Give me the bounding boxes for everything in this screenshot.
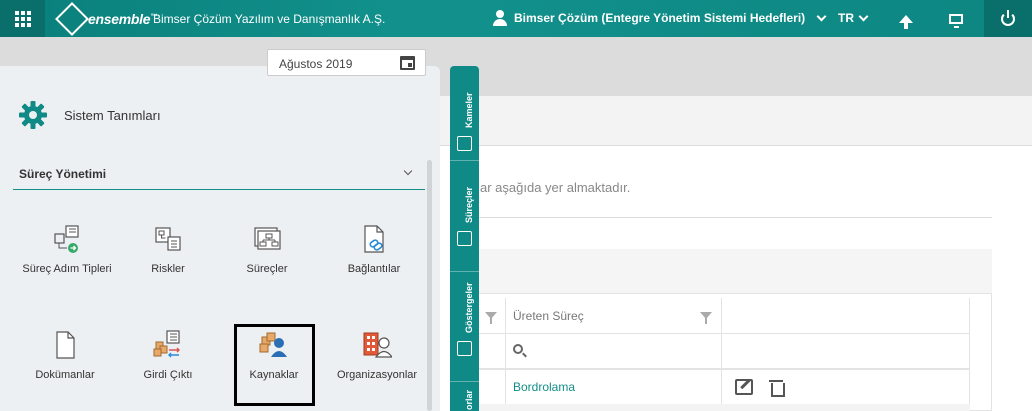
month-value: Ağustos 2019: [279, 57, 353, 71]
row-divider: [478, 368, 970, 369]
tile-surecler[interactable]: Süreçler: [219, 224, 315, 276]
user-menu[interactable]: Bimser Çözüm (Entegre Yönetim Sistemi He…: [493, 10, 827, 26]
tile-label: Bağlantılar: [347, 263, 401, 275]
organizations-icon: [363, 332, 394, 358]
risks-icon: [155, 227, 181, 251]
process-step-types-icon: [54, 225, 79, 253]
apps-grid-icon: [14, 10, 31, 27]
user-name: Bimser Çözüm (Entegre Yönetim Sistemi He…: [514, 11, 806, 25]
month-picker[interactable]: Ağustos 2019: [267, 49, 426, 76]
gostergeler-icon: [457, 341, 472, 356]
table-tab-row: [478, 249, 992, 294]
table-row-link[interactable]: Bordrolama: [513, 380, 575, 394]
tile-riskler[interactable]: Riskler: [120, 224, 216, 276]
edit-icon[interactable]: [735, 379, 753, 395]
tile-baglantilar[interactable]: Bağlantılar: [326, 224, 422, 276]
tab-label: Süreçler: [464, 186, 474, 223]
tile-label: Girdi Çıktı: [143, 369, 193, 381]
filter-row: [478, 334, 970, 370]
company-name: Bimser Çözüm Yazılım ve Danışmanlık A.Ş.: [153, 12, 386, 26]
filter-icon[interactable]: [485, 312, 497, 324]
language-selector[interactable]: TR: [838, 11, 869, 25]
tile-label: Riskler: [151, 263, 185, 275]
surecler-icon: [457, 231, 472, 246]
tab-label: Göstergeler: [464, 282, 474, 333]
content-header: [440, 96, 1032, 146]
content-description: ar aşağıda yer almaktadır.: [480, 180, 631, 195]
section-divider: [13, 189, 425, 190]
processes-icon: [254, 227, 281, 250]
input-output-icon: [153, 330, 180, 358]
tile-surec-adim-tipleri[interactable]: Süreç Adım Tipleri: [19, 224, 115, 276]
side-tabs: Kameler Süreçler Göstergeler orlar: [450, 66, 479, 411]
apps-menu-button[interactable]: [0, 0, 45, 37]
language-label: TR: [838, 11, 854, 25]
calendar-icon[interactable]: [400, 56, 415, 70]
trash-icon[interactable]: [769, 379, 785, 397]
logout-button[interactable]: [984, 0, 1032, 37]
user-icon: [493, 10, 507, 26]
links-icon: [364, 225, 384, 253]
panel-title: Sistem Tanımları: [64, 108, 161, 123]
tab-gostergeler[interactable]: Göstergeler: [450, 271, 479, 376]
tile-girdi-cikti[interactable]: Girdi Çıktı: [120, 330, 216, 382]
column-header-ureten-surec[interactable]: Üreten Süreç: [513, 309, 584, 323]
power-icon: [1001, 9, 1015, 26]
fullscreen-button[interactable]: [936, 0, 976, 37]
tile-label: Süreç Adım Tipleri: [22, 263, 112, 275]
chevron-down-icon: [816, 11, 827, 21]
tab-surecler[interactable]: Süreçler: [450, 161, 479, 256]
tile-label: Dokümanlar: [35, 369, 95, 381]
filter-icon[interactable]: [700, 312, 712, 324]
tab-label: orlar: [464, 389, 474, 410]
gear-icon: [19, 101, 47, 129]
logo-text: ensemble™: [88, 10, 157, 27]
selection-highlight: [234, 324, 315, 406]
divider: [478, 217, 992, 218]
logo-mark-icon: [55, 1, 89, 36]
top-bar: ensemble™ Bimser Çözüm Yazılım ve Danışm…: [0, 0, 1032, 37]
ensemble-logo[interactable]: ensemble™: [55, 1, 157, 36]
document-icon: [56, 331, 75, 359]
search-icon[interactable]: [513, 344, 523, 354]
tab-kameler[interactable]: Kameler: [450, 66, 479, 161]
tile-label: Süreçler: [246, 263, 288, 275]
upload-button[interactable]: [886, 0, 926, 37]
table-row: [478, 404, 970, 411]
arrow-up-icon: [899, 14, 913, 29]
tile-organizasyonlar[interactable]: Organizasyonlar: [329, 330, 425, 382]
section-header-surec-yonetimi[interactable]: Süreç Yönetimi: [19, 167, 106, 181]
monitor-icon: [949, 13, 963, 28]
chevron-down-icon: [858, 11, 869, 21]
tile-dokumanlar[interactable]: Dokümanlar: [17, 330, 113, 382]
tab-label: Kameler: [464, 92, 474, 128]
panel-scrollbar[interactable]: [427, 160, 432, 411]
tab-raporlar[interactable]: orlar: [450, 382, 479, 411]
kameler-icon: [457, 136, 472, 151]
tile-label: Organizasyonlar: [336, 369, 418, 381]
